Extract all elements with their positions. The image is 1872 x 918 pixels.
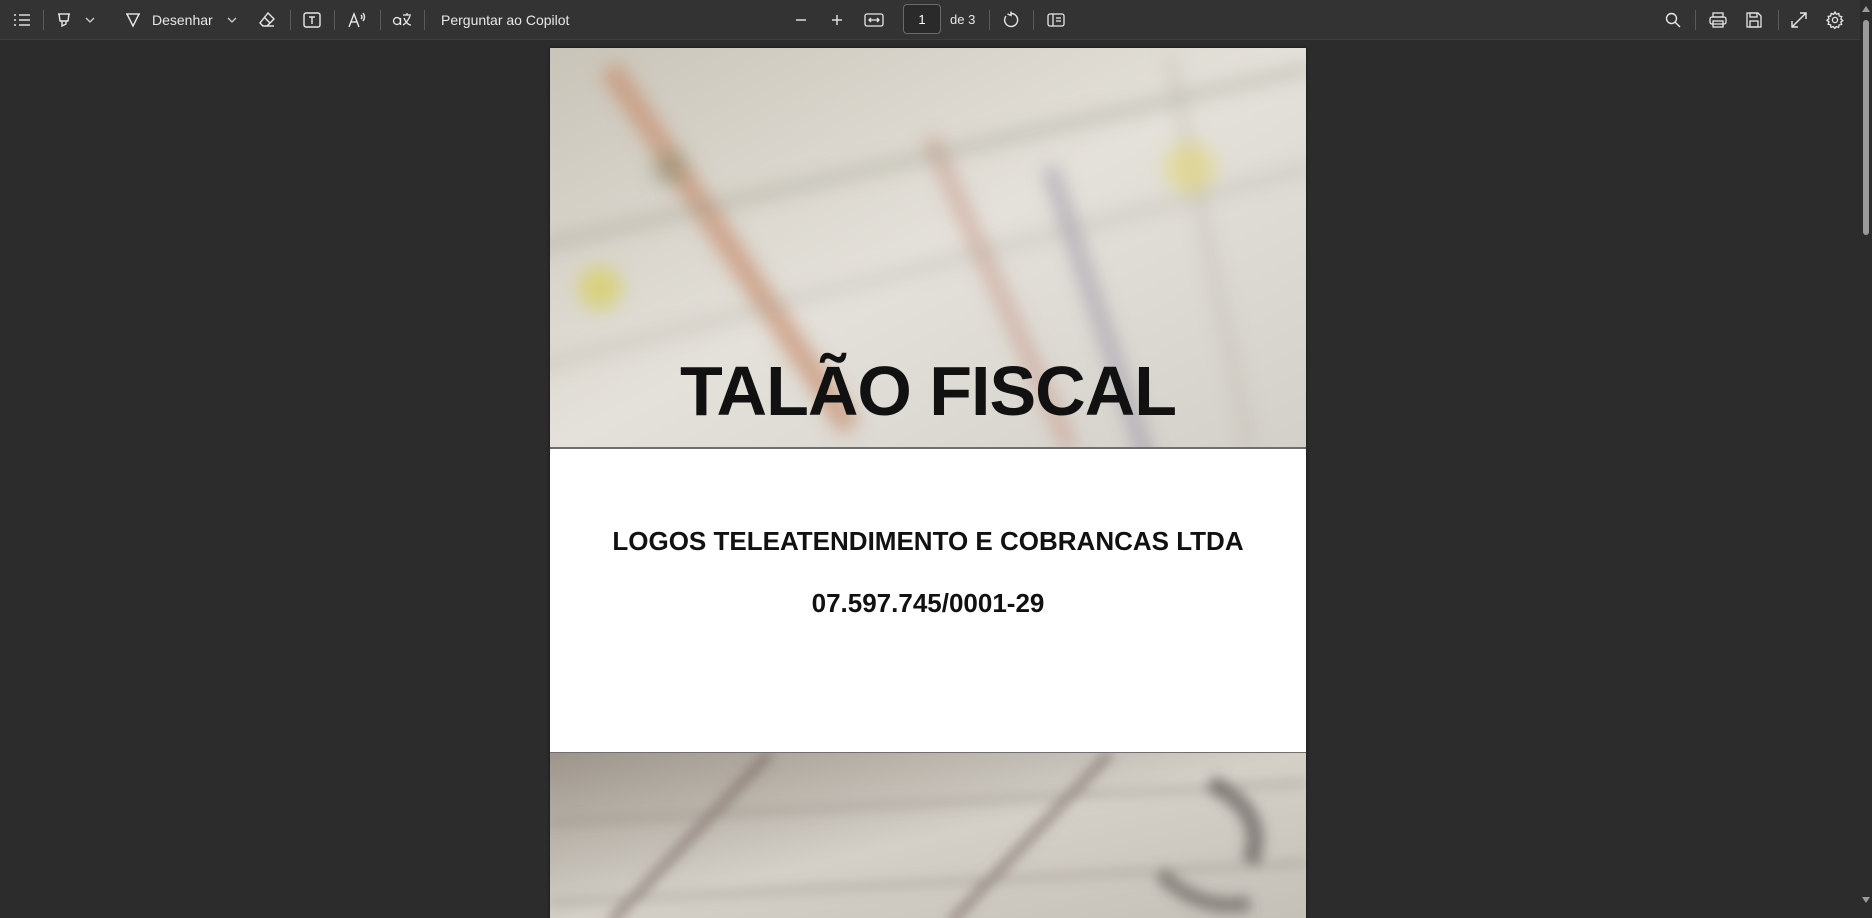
scrollbar-thumb[interactable] — [1863, 20, 1869, 235]
document-viewer[interactable]: TALÃO FISCAL LOGOS TELEATENDIMENTO E COB… — [0, 40, 1860, 918]
draw-label[interactable]: Desenhar — [152, 6, 213, 34]
print-button[interactable] — [1706, 6, 1730, 34]
read-aloud-button[interactable] — [345, 6, 369, 34]
rotate-button[interactable] — [999, 6, 1023, 34]
contents-icon — [13, 13, 31, 27]
page-view-button[interactable] — [1044, 6, 1068, 34]
toolbar-separator — [290, 10, 291, 30]
toolbar-separator — [989, 10, 990, 30]
toolbar-separator — [424, 10, 425, 30]
save-button[interactable] — [1742, 6, 1766, 34]
toolbar-separator — [1033, 10, 1034, 30]
fullscreen-icon — [1791, 12, 1807, 28]
draw-button[interactable] — [122, 6, 144, 34]
page-number-input[interactable] — [903, 4, 941, 34]
document-title: TALÃO FISCAL — [679, 352, 1177, 430]
cover-divider — [550, 447, 1306, 449]
highlight-button[interactable] — [54, 6, 74, 34]
cover-bottom-image — [550, 753, 1306, 918]
page-count: de 3 — [950, 12, 976, 27]
company-cnpj: 07.597.745/0001-29 — [811, 588, 1045, 618]
draw-icon — [124, 11, 142, 29]
chevron-down-icon — [85, 17, 95, 23]
translate-button[interactable] — [390, 6, 414, 34]
toolbar-separator — [334, 10, 335, 30]
highlight-icon — [55, 11, 73, 29]
rotate-icon — [1002, 11, 1020, 29]
toolbar-separator — [1695, 10, 1696, 30]
pdf-toolbar: Desenhar Perguntar ao Copilot 1 de 3 — [0, 0, 1872, 40]
translate-icon — [392, 11, 412, 29]
highlight-options-button[interactable] — [82, 6, 98, 34]
cover-top-image: TALÃO FISCAL — [550, 48, 1306, 448]
search-icon — [1665, 12, 1681, 28]
toolbar-separator — [43, 10, 44, 30]
fullscreen-button[interactable] — [1787, 6, 1811, 34]
draw-options-button[interactable] — [224, 6, 240, 34]
zoom-in-button[interactable] — [826, 6, 848, 34]
read-aloud-icon — [347, 11, 367, 29]
eraser-icon — [258, 11, 276, 29]
fit-width-button[interactable] — [862, 6, 886, 34]
pdf-page: TALÃO FISCAL LOGOS TELEATENDIMENTO E COB… — [550, 48, 1306, 918]
zoom-out-icon — [794, 13, 808, 27]
chevron-down-icon — [227, 17, 237, 23]
zoom-in-icon — [830, 13, 844, 27]
toolbar-separator — [380, 10, 381, 30]
text-box-button[interactable] — [301, 6, 323, 34]
print-icon — [1709, 12, 1727, 28]
scroll-up-icon[interactable] — [1862, 6, 1870, 12]
search-button[interactable] — [1662, 6, 1684, 34]
vertical-scrollbar[interactable] — [1860, 0, 1872, 911]
blurred-paper-image — [550, 753, 1306, 918]
settings-icon — [1826, 11, 1844, 29]
fit-width-icon — [864, 12, 884, 28]
toolbar-separator — [1778, 10, 1779, 30]
page-view-icon — [1047, 12, 1065, 28]
scroll-down-icon[interactable] — [1862, 897, 1870, 903]
zoom-out-button[interactable] — [790, 6, 812, 34]
ask-copilot-button[interactable]: Perguntar ao Copilot — [441, 6, 569, 34]
contents-button[interactable] — [10, 6, 34, 34]
save-icon — [1746, 12, 1762, 28]
text-box-icon — [303, 12, 321, 28]
eraser-button[interactable] — [256, 6, 278, 34]
company-name: LOGOS TELEATENDIMENTO E COBRANCAS LTDA — [612, 526, 1244, 556]
settings-button[interactable] — [1823, 6, 1847, 34]
